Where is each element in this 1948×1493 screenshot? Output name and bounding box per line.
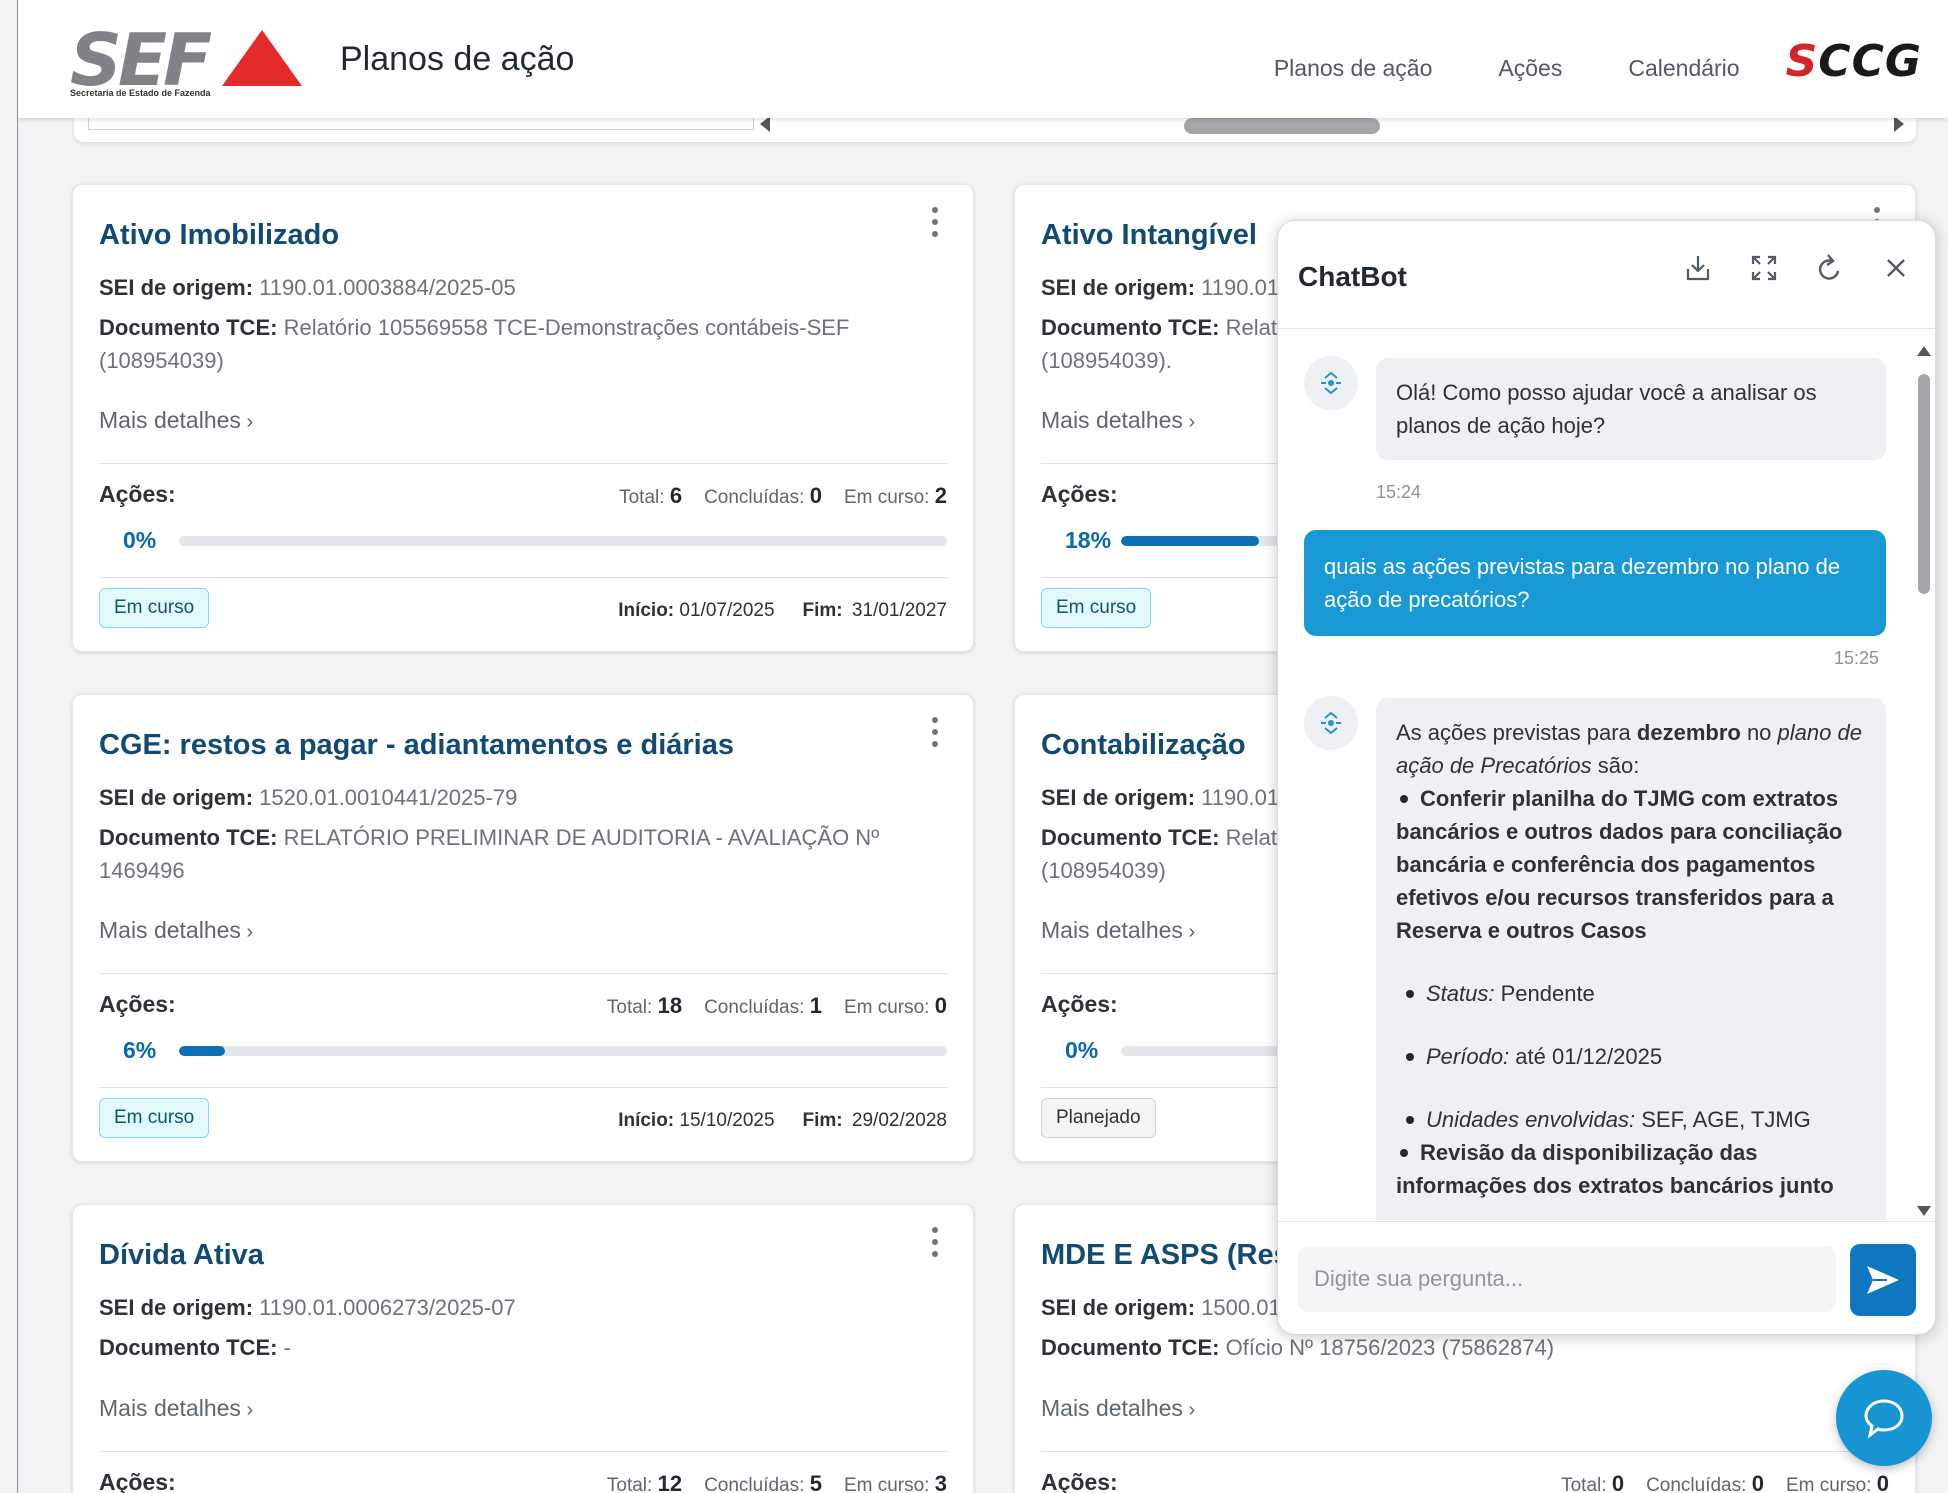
nav-calendario[interactable]: Calendário: [1628, 55, 1739, 82]
card-tce: Documento TCE: Relatório 105569558 TCE-D…: [99, 315, 850, 373]
plan-card[interactable]: Ativo Imobilizado SEI de origem: 1190.01…: [72, 184, 974, 652]
card-menu-icon[interactable]: [931, 207, 939, 237]
card-title[interactable]: CGE: restos a pagar - adiantamentos e di…: [99, 729, 734, 762]
bot-avatar-icon: [1304, 696, 1358, 750]
chat-scrollbar[interactable]: [1917, 346, 1931, 1216]
logo-text: SEF: [70, 18, 212, 102]
progress-bar: [179, 1046, 947, 1056]
message-time: 15:25: [1834, 648, 1880, 668]
status-badge: Em curso: [99, 588, 210, 628]
nav-planos-de-acao[interactable]: Planos de ação: [1274, 55, 1433, 82]
card-title[interactable]: Ativo Imobilizado: [99, 219, 339, 252]
progress-percent: 0%: [1065, 1037, 1099, 1063]
expand-icon[interactable]: [1747, 251, 1781, 285]
acoes-label: Ações:: [99, 1469, 176, 1493]
bot-reply: As ações previstas para dezembro no plan…: [1376, 698, 1886, 1220]
nav-acoes[interactable]: Ações: [1498, 55, 1562, 82]
chat-messages: Olá! Como posso ajudar você a analisar o…: [1278, 330, 1935, 1220]
bot-message: Olá! Como posso ajudar você a analisar o…: [1376, 358, 1886, 460]
chatbot-title: ChatBot: [1298, 261, 1407, 292]
more-details-link[interactable]: Mais detalhes: [99, 917, 253, 944]
card-tce: Documento TCE: Ofício Nº 18756/2023 (758…: [1041, 1335, 1555, 1360]
send-icon: [1867, 1266, 1899, 1294]
left-border: [17, 0, 18, 1493]
divider: [99, 973, 947, 974]
chat-toggle-button[interactable]: [1836, 1370, 1932, 1466]
acoes-label: Ações:: [1041, 481, 1118, 507]
card-title[interactable]: Dívida Ativa: [99, 1239, 264, 1272]
action-counts: Total: 6 Concluídas: 0 Em curso: 2: [619, 483, 947, 508]
plan-card[interactable]: Dívida Ativa SEI de origem: 1190.01.0006…: [72, 1204, 974, 1493]
acoes-label: Ações:: [99, 481, 176, 507]
card-menu-icon[interactable]: [931, 717, 939, 747]
action-counts: Total: 18 Concluídas: 1 Em curso: 0: [606, 993, 947, 1018]
progress-percent: 18%: [1065, 527, 1112, 553]
send-button[interactable]: [1850, 1244, 1916, 1316]
logo-triangle: [222, 30, 302, 86]
card-tce: Documento TCE: -: [99, 1335, 291, 1360]
user-message: quais as ações previstas para dezembro n…: [1304, 530, 1886, 636]
divider: [99, 1087, 947, 1088]
close-icon[interactable]: [1879, 251, 1913, 285]
divider: [1041, 1451, 1889, 1452]
sef-logo[interactable]: SEF Secretaria de Estado de Fazenda: [70, 24, 308, 104]
chat-input[interactable]: [1298, 1246, 1836, 1312]
progress-percent: 6%: [123, 1037, 157, 1063]
chatbot-panel: ChatBot Olá! Como posso ajudar você a an…: [1277, 220, 1936, 1335]
download-icon[interactable]: [1681, 251, 1715, 285]
more-details-link[interactable]: Mais detalhes: [1041, 1395, 1195, 1422]
divider: [99, 1451, 947, 1452]
card-menu-icon[interactable]: [931, 1227, 939, 1257]
card-sei: SEI de origem: 1190.01.0006273/2025-07: [99, 1295, 516, 1320]
plan-card[interactable]: CGE: restos a pagar - adiantamentos e di…: [72, 694, 974, 1162]
acoes-label: Ações:: [1041, 991, 1118, 1017]
action-counts: Total: 12 Concluídas: 5 Em curso: 3: [606, 1471, 947, 1493]
more-details-link[interactable]: Mais detalhes: [1041, 407, 1195, 434]
card-title[interactable]: MDE E ASPS (Res: [1041, 1239, 1290, 1272]
page-title: Planos de ação: [340, 40, 575, 78]
status-badge: Em curso: [1041, 588, 1152, 628]
divider: [99, 463, 947, 464]
sccg-brand-logo[interactable]: SCCG: [1786, 40, 1922, 84]
horizontal-scrollbar-thumb[interactable]: [1184, 118, 1380, 134]
chatbot-header: ChatBot: [1278, 221, 1935, 329]
logo-subtitle: Secretaria de Estado de Fazenda: [70, 88, 211, 98]
more-details-link[interactable]: Mais detalhes: [1041, 917, 1195, 944]
date-range: Início: 15/10/2025 Fim: 29/02/2028: [618, 1110, 947, 1131]
progress-percent: 0%: [123, 527, 157, 553]
card-sei: SEI de origem: 1520.01.0010441/2025-79: [99, 785, 518, 810]
more-details-link[interactable]: Mais detalhes: [99, 407, 253, 434]
date-range: Início: 01/07/2025 Fim: 31/01/2027: [618, 600, 947, 621]
refresh-icon[interactable]: [1813, 251, 1847, 285]
card-sei: SEI de origem: 1190.01.0003884/2025-05: [99, 275, 516, 300]
chat-input-area: [1278, 1221, 1935, 1334]
card-title[interactable]: Contabilização: [1041, 729, 1246, 762]
more-details-link[interactable]: Mais detalhes: [99, 1395, 253, 1422]
top-header: SEF Secretaria de Estado de Fazenda Plan…: [18, 0, 1948, 118]
message-time: 15:24: [1376, 482, 1422, 502]
acoes-label: Ações:: [1041, 1469, 1118, 1493]
divider: [99, 577, 947, 578]
scroll-right-arrow[interactable]: [1894, 116, 1904, 132]
scroll-left-arrow[interactable]: [760, 116, 770, 132]
main-nav: Planos de ação Ações Calendário SCCG: [1208, 40, 1922, 90]
status-badge: Planejado: [1041, 1098, 1156, 1138]
status-badge: Em curso: [99, 1098, 210, 1138]
action-counts: Total: 0 Concluídas: 0 Em curso: 0: [1561, 1471, 1889, 1493]
bot-avatar-icon: [1304, 356, 1358, 410]
card-title[interactable]: Ativo Intangível: [1041, 219, 1257, 252]
progress-bar: [179, 536, 947, 546]
card-tce: Documento TCE: RELATÓRIO PRELIMINAR DE A…: [99, 825, 880, 883]
chat-bubble-icon: [1864, 1399, 1904, 1439]
acoes-label: Ações:: [99, 991, 176, 1017]
